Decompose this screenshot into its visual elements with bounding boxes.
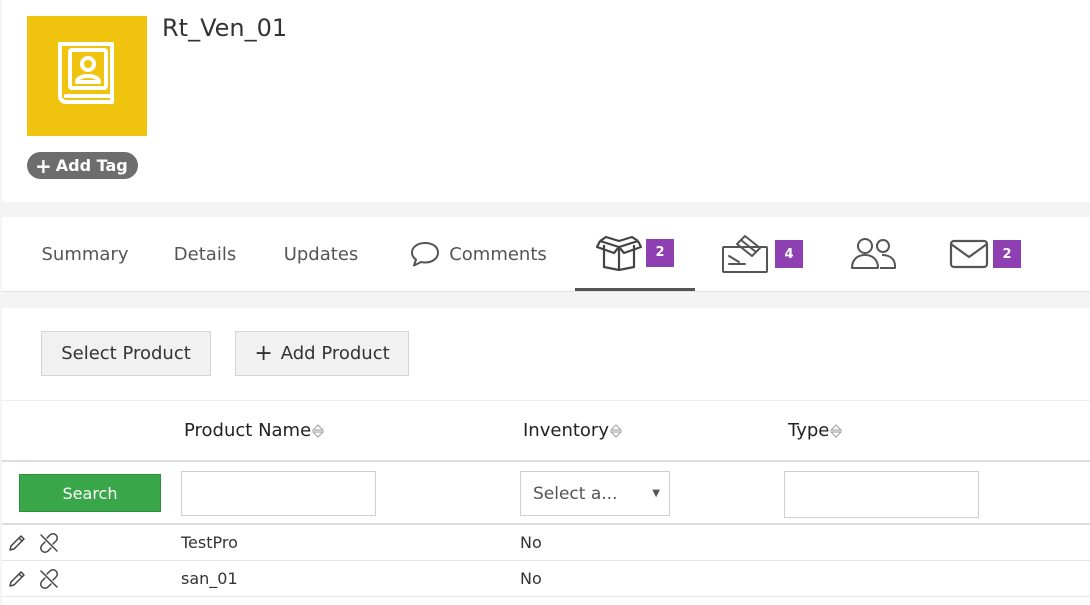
record-avatar xyxy=(27,16,147,136)
select-product-label: Select Product xyxy=(61,343,191,364)
product-name-cell[interactable]: TestPro xyxy=(181,533,238,552)
edit-pencil-icon[interactable] xyxy=(7,533,27,553)
table-row: TestPro No xyxy=(2,525,1090,561)
signatures-count-badge: 4 xyxy=(775,240,803,268)
tab-comments[interactable]: Comments xyxy=(404,217,552,291)
inventory-filter-select[interactable]: Select a... ▼ xyxy=(520,471,670,516)
add-tag-button[interactable]: + Add Tag xyxy=(27,152,138,179)
product-name-cell[interactable]: san_01 xyxy=(181,569,238,588)
tab-emails[interactable]: 2 xyxy=(942,217,1028,291)
add-product-button[interactable]: + Add Product xyxy=(235,331,409,376)
tab-summary-label: Summary xyxy=(41,243,129,265)
search-button[interactable]: Search xyxy=(19,474,161,512)
column-label: Product Name xyxy=(184,420,312,441)
sort-icon xyxy=(609,423,622,438)
contact-book-icon xyxy=(58,42,114,104)
inventory-cell: No xyxy=(520,569,542,588)
sort-icon xyxy=(312,423,325,438)
search-label: Search xyxy=(62,483,118,503)
column-header-inventory[interactable]: Inventory xyxy=(523,420,622,441)
inventory-cell: No xyxy=(520,533,542,552)
column-header-type[interactable]: Type xyxy=(788,420,843,441)
tab-updates-label: Updates xyxy=(283,243,359,265)
signature-icon xyxy=(722,235,768,273)
column-header-product-name[interactable]: Product Name xyxy=(184,420,325,441)
unlink-icon[interactable] xyxy=(39,533,59,553)
table-header: Product Name Inventory Type xyxy=(2,400,1090,462)
tab-contacts[interactable] xyxy=(842,217,906,291)
select-product-button[interactable]: Select Product xyxy=(41,331,211,376)
type-filter-input[interactable] xyxy=(784,471,979,518)
record-header: Rt_Ven_01 + Add Tag xyxy=(2,0,1090,202)
products-panel: Select Product + Add Product Product Nam… xyxy=(2,308,1090,605)
add-product-label: Add Product xyxy=(280,343,390,364)
box-icon xyxy=(596,235,642,271)
edit-pencil-icon[interactable] xyxy=(7,569,27,589)
tab-summary[interactable]: Summary xyxy=(30,217,140,291)
column-label: Type xyxy=(788,420,830,441)
tab-updates[interactable]: Updates xyxy=(274,217,368,291)
filter-row: Search Select a... ▼ xyxy=(2,462,1090,525)
tab-products[interactable]: 2 xyxy=(575,217,695,291)
caret-down-icon: ▼ xyxy=(652,488,660,499)
emails-count-badge: 2 xyxy=(993,240,1021,268)
comment-icon xyxy=(411,242,440,267)
tab-details[interactable]: Details xyxy=(166,217,244,291)
products-count-badge: 2 xyxy=(646,238,674,267)
tab-comments-label: Comments xyxy=(449,243,547,265)
sort-icon xyxy=(830,423,843,438)
product-name-filter-input[interactable] xyxy=(181,471,376,516)
inventory-filter-value: Select a... xyxy=(533,483,618,504)
add-tag-label: Add Tag xyxy=(55,156,128,175)
tab-bar: Summary Details Updates Comments 2 4 2 xyxy=(2,217,1090,292)
column-label: Inventory xyxy=(523,420,609,441)
tab-details-label: Details xyxy=(173,243,237,265)
table-row: san_01 No xyxy=(2,561,1090,597)
record-title: Rt_Ven_01 xyxy=(162,14,288,42)
unlink-icon[interactable] xyxy=(39,569,59,589)
envelope-icon xyxy=(949,239,989,269)
plus-icon: + xyxy=(35,153,52,178)
tab-signatures[interactable]: 4 xyxy=(716,217,808,291)
plus-icon: + xyxy=(254,340,273,366)
users-icon xyxy=(851,238,896,269)
